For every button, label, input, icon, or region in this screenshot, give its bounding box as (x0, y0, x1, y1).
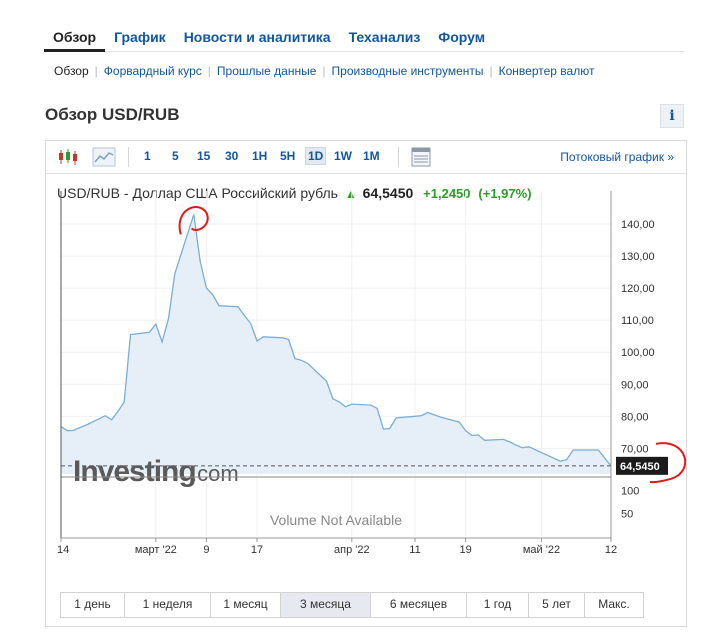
volume-tick-label: 100 (621, 486, 639, 498)
sub-tab-1[interactable]: Форвардный курс (100, 64, 206, 78)
sub-tab-separator: | (489, 64, 493, 78)
x-tick-label: 11 (409, 544, 420, 556)
x-tick-label: март '22 (135, 544, 177, 556)
y-tick-label: 70,00 (621, 443, 649, 455)
y-tick-label: 120,00 (621, 283, 655, 295)
main-tab-4[interactable]: Форум (429, 22, 494, 52)
x-tick-label: апр '22 (334, 544, 370, 556)
period-button-7[interactable]: Макс. (585, 593, 643, 617)
x-tick-label: 17 (251, 544, 263, 556)
period-button-2[interactable]: 1 месяц (211, 593, 281, 617)
main-tab-3[interactable]: Теханализ (340, 22, 430, 52)
x-tick-label: май '22 (523, 544, 560, 556)
sub-tab-separator: | (322, 64, 326, 78)
x-tick-label: 19 (459, 544, 471, 556)
period-button-3[interactable]: 3 месяца (281, 593, 371, 617)
main-tab-1[interactable]: График (105, 22, 175, 52)
period-button-0[interactable]: 1 день (61, 593, 125, 617)
x-tick-label: 12 (605, 544, 617, 556)
investing-watermark: Investing (73, 455, 196, 488)
price-area (61, 214, 611, 474)
investing-watermark-suffix: .com (191, 461, 239, 486)
sub-tabs: Обзор | Форвардный курс | Прошлые данные | Про… (50, 64, 598, 78)
period-button-1[interactable]: 1 неделя (125, 593, 211, 617)
main-tab-0[interactable]: Обзор (44, 22, 106, 52)
info-button[interactable]: i (660, 104, 684, 128)
y-tick-label: 130,00 (621, 251, 655, 263)
x-tick-label: 9 (203, 544, 209, 556)
y-tick-label: 80,00 (621, 411, 649, 423)
volume-unavailable-text: Volume Not Available (270, 512, 402, 528)
sub-tab-2[interactable]: Прошлые данные (213, 64, 320, 78)
period-button-4[interactable]: 6 месяцев (371, 593, 467, 617)
price-chart[interactable]: 140,00 130,00 120,00 110,00 100,00 90,00 80,00… (46, 141, 686, 581)
sub-tab-4[interactable]: Конвертер валют (495, 64, 599, 78)
sub-tab-3[interactable]: Производные инструменты (328, 64, 488, 78)
main-tabs: Обзор График Новости и аналитика Теханализ Ф… (44, 22, 684, 52)
main-tab-2[interactable]: Новости и аналитика (175, 22, 340, 52)
y-tick-label: 100,00 (621, 347, 655, 359)
last-price-label: 64,5450 (620, 461, 660, 473)
x-tick-label: 14 (57, 544, 69, 556)
chart-widget: 1 5 15 30 1H 5H 1D 1W 1M Потоковый графи… (45, 140, 687, 627)
volume-tick-label: 50 (621, 508, 633, 520)
y-tick-label: 90,00 (621, 379, 649, 391)
period-button-6[interactable]: 5 лет (529, 593, 585, 617)
period-selector: 1 день 1 неделя 1 месяц 3 месяца 6 месяцев 1 … (60, 592, 644, 618)
sub-tab-0[interactable]: Обзор (50, 64, 93, 78)
sub-tab-separator: | (94, 64, 98, 78)
sub-tab-separator: | (207, 64, 211, 78)
y-tick-label: 140,00 (621, 219, 655, 231)
page-title: Обзор USD/RUB (45, 105, 180, 124)
period-button-5[interactable]: 1 год (467, 593, 529, 617)
y-tick-label: 110,00 (621, 315, 654, 327)
